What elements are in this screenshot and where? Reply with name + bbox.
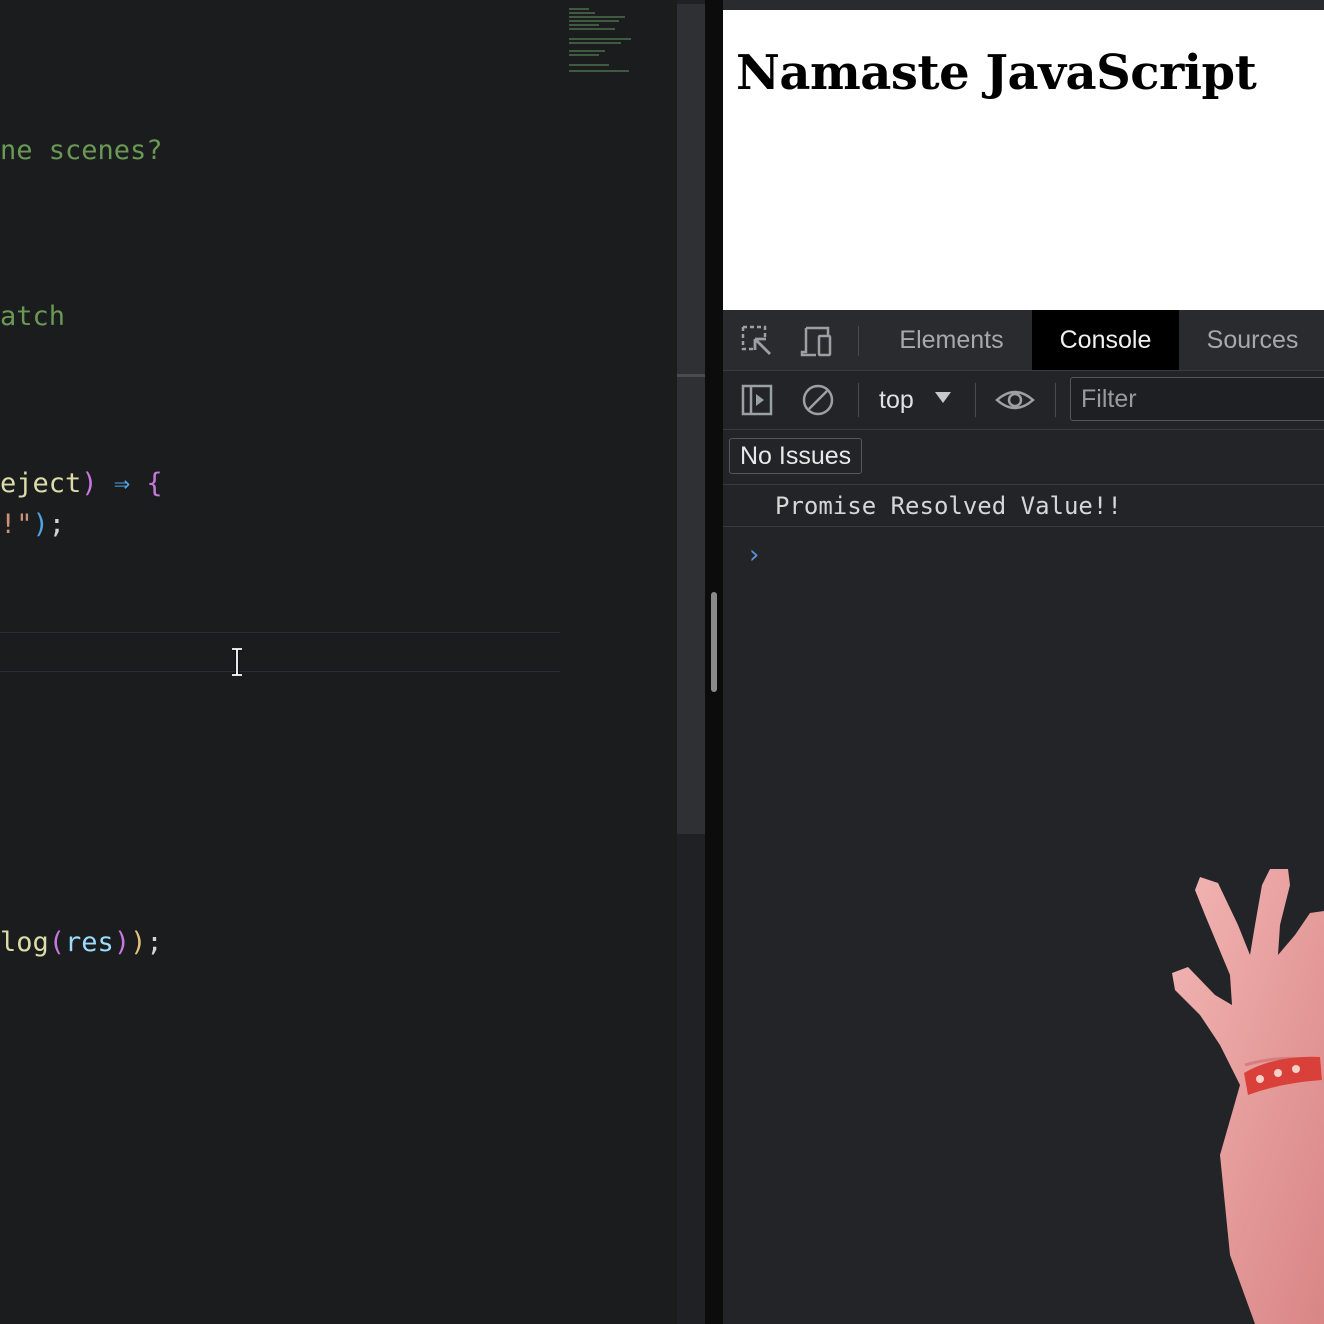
tab-separator bbox=[858, 326, 859, 356]
code-line: ne scenes? bbox=[0, 134, 163, 168]
code-line: eject) ⇒ { bbox=[0, 467, 163, 501]
code-token: ) bbox=[113, 927, 131, 958]
clear-console-icon[interactable] bbox=[801, 383, 835, 417]
editor-scrollbar-marker bbox=[677, 374, 705, 377]
code-token: ; bbox=[146, 927, 163, 958]
page-heading: Namaste JavaScript bbox=[736, 45, 1257, 101]
code-token: ) bbox=[32, 509, 49, 540]
console-prompt-icon[interactable]: › bbox=[749, 540, 759, 570]
code-token: ; bbox=[48, 509, 66, 540]
code-token: ( bbox=[48, 927, 66, 958]
code-token: eject bbox=[0, 468, 82, 499]
console-message-text: Promise Resolved Value!! bbox=[775, 492, 1122, 520]
split-divider-handle[interactable] bbox=[711, 592, 717, 692]
code-token: res bbox=[65, 927, 114, 958]
code-token: ) bbox=[81, 468, 98, 499]
code-editor[interactable]: ne scenes? atch eject) ⇒ { !"); log(res)… bbox=[0, 0, 677, 1324]
live-expression-icon[interactable] bbox=[995, 383, 1035, 417]
code-token: ) bbox=[130, 927, 147, 958]
code-token: log bbox=[0, 927, 49, 958]
execution-context-select[interactable]: top bbox=[879, 379, 914, 421]
code-line: atch bbox=[0, 300, 65, 334]
code-token: ne scenes? bbox=[0, 135, 163, 166]
tab-console[interactable]: Console bbox=[1032, 310, 1179, 370]
tab-sources[interactable]: Sources bbox=[1179, 310, 1324, 370]
code-line: !"); bbox=[0, 508, 65, 542]
filter-input[interactable] bbox=[1071, 378, 1324, 420]
minimap[interactable] bbox=[565, 4, 635, 74]
browser-top-edge bbox=[723, 0, 1324, 10]
chevron-down-icon[interactable] bbox=[935, 392, 951, 403]
devtools-tab-bar: Elements Console Sources bbox=[723, 310, 1324, 371]
console-message: Promise Resolved Value!! bbox=[723, 486, 1324, 527]
code-token: atch bbox=[0, 301, 66, 332]
browser-viewport: Namaste JavaScript bbox=[723, 10, 1324, 310]
code-token: { bbox=[146, 468, 163, 499]
code-token: !" bbox=[0, 509, 33, 540]
current-line-highlight bbox=[0, 632, 560, 672]
toolbar-separator bbox=[858, 383, 859, 417]
toolbar-separator bbox=[975, 383, 976, 417]
inspect-element-icon[interactable] bbox=[740, 324, 774, 358]
filter-input-box[interactable] bbox=[1070, 377, 1324, 421]
code-token: ⇒ bbox=[113, 468, 131, 499]
toolbar-separator bbox=[1055, 383, 1056, 417]
text-cursor-icon bbox=[232, 648, 242, 676]
show-sidebar-icon[interactable] bbox=[740, 383, 774, 417]
console-toolbar: top bbox=[723, 371, 1324, 430]
issues-button[interactable]: No Issues bbox=[729, 438, 863, 474]
code-line: log(res)); bbox=[0, 926, 163, 960]
issues-bar: No Issues bbox=[723, 430, 1324, 485]
presenter-hand-image bbox=[1172, 869, 1324, 1324]
editor-scrollbar-thumb[interactable] bbox=[677, 4, 705, 834]
device-toolbar-icon[interactable] bbox=[800, 324, 834, 358]
tab-elements[interactable]: Elements bbox=[878, 310, 1025, 370]
